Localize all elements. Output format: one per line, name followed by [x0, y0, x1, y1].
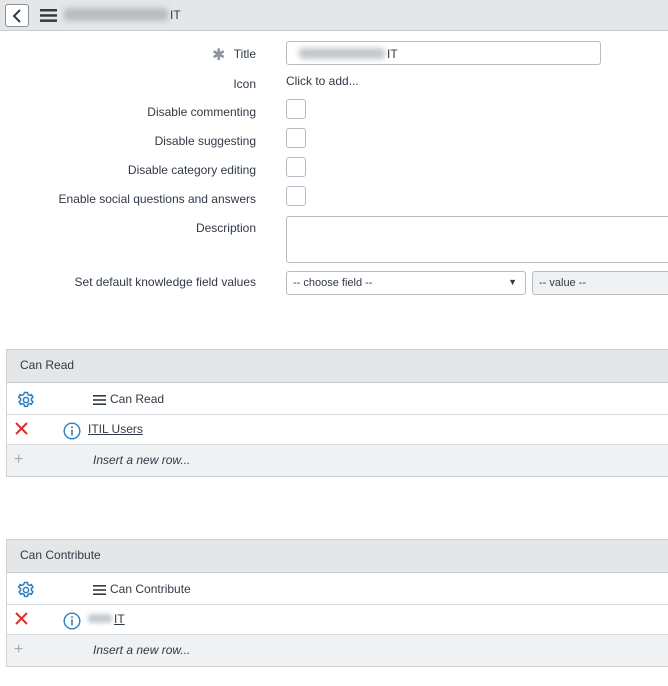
disable-category-editing-checkbox[interactable] — [286, 157, 306, 177]
redacted-title-value — [299, 48, 385, 59]
can-contribute-column-header[interactable]: Can Contribute — [93, 582, 191, 596]
redacted-title-text — [64, 8, 168, 21]
column-menu-icon[interactable] — [93, 394, 106, 405]
disable-commenting-label: Disable commenting — [147, 105, 256, 119]
can-contribute-column-label: Can Contribute — [110, 582, 191, 596]
redacted-link-text — [88, 614, 112, 623]
form-header: IT — [0, 0, 668, 31]
info-icon[interactable] — [63, 422, 81, 440]
value-select-value: -- value -- — [539, 277, 587, 289]
mandatory-marker: ✱ — [212, 47, 226, 64]
can-contribute-column-header-row: Can Contribute — [7, 573, 668, 605]
can-contribute-section-header: Can Contribute — [7, 540, 668, 573]
description-textarea[interactable] — [286, 216, 668, 263]
value-select[interactable]: -- value -- — [532, 271, 668, 295]
hamburger-menu-icon[interactable] — [40, 9, 57, 22]
can-contribute-section-title: Can Contribute — [20, 548, 101, 562]
disable-suggesting-checkbox[interactable] — [286, 128, 306, 148]
title-input[interactable]: IT — [286, 41, 601, 65]
column-menu-icon[interactable] — [93, 584, 106, 595]
insert-row[interactable]: + Insert a new row... — [7, 635, 668, 666]
disable-commenting-checkbox[interactable] — [286, 99, 306, 119]
can-read-list: Can Read Can Read ITIL Users + Insert a … — [6, 349, 668, 477]
enable-social-qa-label: Enable social questions and answers — [58, 192, 256, 206]
can-contribute-row-link[interactable]: IT — [114, 612, 125, 626]
table-row: IT — [7, 605, 668, 635]
table-row: ITIL Users — [7, 415, 668, 445]
default-fields-label: Set default knowledge field values — [74, 275, 256, 289]
disable-category-editing-label: Disable category editing — [127, 163, 256, 177]
can-read-section-title: Can Read — [20, 358, 75, 372]
title-label: Title — [233, 47, 256, 61]
plus-icon: + — [14, 641, 24, 658]
icon-click-to-add[interactable]: Click to add... — [286, 74, 359, 88]
icon-label: Icon — [233, 77, 256, 91]
delete-x-icon[interactable] — [15, 422, 28, 435]
field-select-value: -- choose field -- — [293, 277, 373, 289]
insert-row-text[interactable]: Insert a new row... — [93, 643, 190, 657]
info-icon[interactable] — [63, 612, 81, 630]
enable-social-qa-checkbox[interactable] — [286, 186, 306, 206]
can-read-section-header: Can Read — [7, 350, 668, 383]
back-button[interactable] — [5, 4, 29, 27]
chevron-left-icon — [12, 9, 21, 23]
can-read-column-label: Can Read — [110, 392, 165, 406]
header-title: IT — [170, 8, 181, 22]
insert-row[interactable]: + Insert a new row... — [7, 445, 668, 476]
can-read-row-link[interactable]: ITIL Users — [88, 422, 143, 436]
disable-suggesting-label: Disable suggesting — [154, 134, 256, 148]
dropdown-arrow-icon: ▼ — [508, 277, 517, 287]
insert-row-text[interactable]: Insert a new row... — [93, 453, 190, 467]
description-label: Description — [195, 221, 256, 235]
gear-icon[interactable] — [17, 391, 35, 409]
field-select[interactable]: -- choose field -- ▼ — [286, 271, 526, 295]
can-read-column-header-row: Can Read — [7, 383, 668, 415]
delete-x-icon[interactable] — [15, 612, 28, 625]
plus-icon: + — [14, 451, 24, 468]
title-value: IT — [387, 47, 398, 61]
can-contribute-list: Can Contribute Can Contribute IT + Inser… — [6, 539, 668, 667]
gear-icon[interactable] — [17, 581, 35, 599]
can-read-column-header[interactable]: Can Read — [93, 392, 164, 406]
